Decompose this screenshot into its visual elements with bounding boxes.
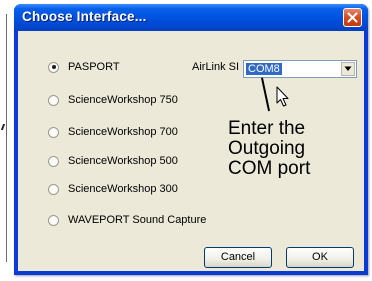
com-port-dropdown-button[interactable]: [341, 62, 355, 76]
radio-button[interactable]: [48, 214, 59, 226]
radio-waveport-sound-capture[interactable]: WAVEPORT Sound Capture: [48, 212, 206, 228]
background-divider: [0, 14, 7, 262]
mouse-cursor-icon: [276, 86, 289, 107]
radio-button[interactable]: [48, 183, 59, 195]
annotation-line: COM port: [228, 158, 311, 179]
radio-scienceworkshop-700[interactable]: ScienceWorkshop 700: [48, 124, 178, 140]
radio-button[interactable]: [48, 94, 59, 106]
radio-label: ScienceWorkshop 300: [68, 183, 178, 195]
com-port-value[interactable]: COM8: [246, 63, 282, 75]
chevron-down-icon: [344, 66, 352, 71]
radio-pasport[interactable]: PASPORT: [48, 59, 120, 75]
annotation-line: Outgoing: [228, 138, 306, 159]
annotation-pointer-line: [261, 77, 270, 112]
radio-button[interactable]: [48, 155, 59, 167]
close-button[interactable]: [343, 8, 362, 27]
annotation-callout: Enter the Outgoing COM port: [228, 119, 338, 179]
title-bar[interactable]: Choose Interface...: [14, 4, 368, 31]
radio-label: ScienceWorkshop 700: [68, 126, 178, 138]
cancel-button[interactable]: Cancel: [204, 247, 272, 268]
com-port-select[interactable]: COM8: [243, 60, 357, 78]
dialog-title: Choose Interface...: [22, 9, 147, 24]
choose-interface-dialog: Choose Interface... PASPORT ScienceWorks…: [14, 4, 368, 275]
annotation-line: Enter the: [228, 118, 306, 139]
radio-label: WAVEPORT Sound Capture: [68, 214, 207, 226]
background-page: [0, 0, 14, 281]
close-icon: [347, 12, 358, 23]
radio-label: ScienceWorkshop 500: [68, 155, 178, 167]
background-mark: [0, 124, 9, 130]
airlink-si-label: AirLink SI: [192, 61, 240, 73]
radio-scienceworkshop-300[interactable]: ScienceWorkshop 300: [48, 181, 178, 197]
radio-label: ScienceWorkshop 750: [68, 94, 178, 106]
radio-button-checked[interactable]: [48, 61, 59, 73]
radio-scienceworkshop-500[interactable]: ScienceWorkshop 500: [48, 153, 178, 169]
ok-button[interactable]: OK: [286, 247, 354, 268]
radio-scienceworkshop-750[interactable]: ScienceWorkshop 750: [48, 92, 178, 108]
dialog-body: PASPORT ScienceWorkshop 750 ScienceWorks…: [18, 31, 364, 271]
radio-button[interactable]: [48, 126, 59, 138]
radio-label: PASPORT: [68, 61, 120, 73]
